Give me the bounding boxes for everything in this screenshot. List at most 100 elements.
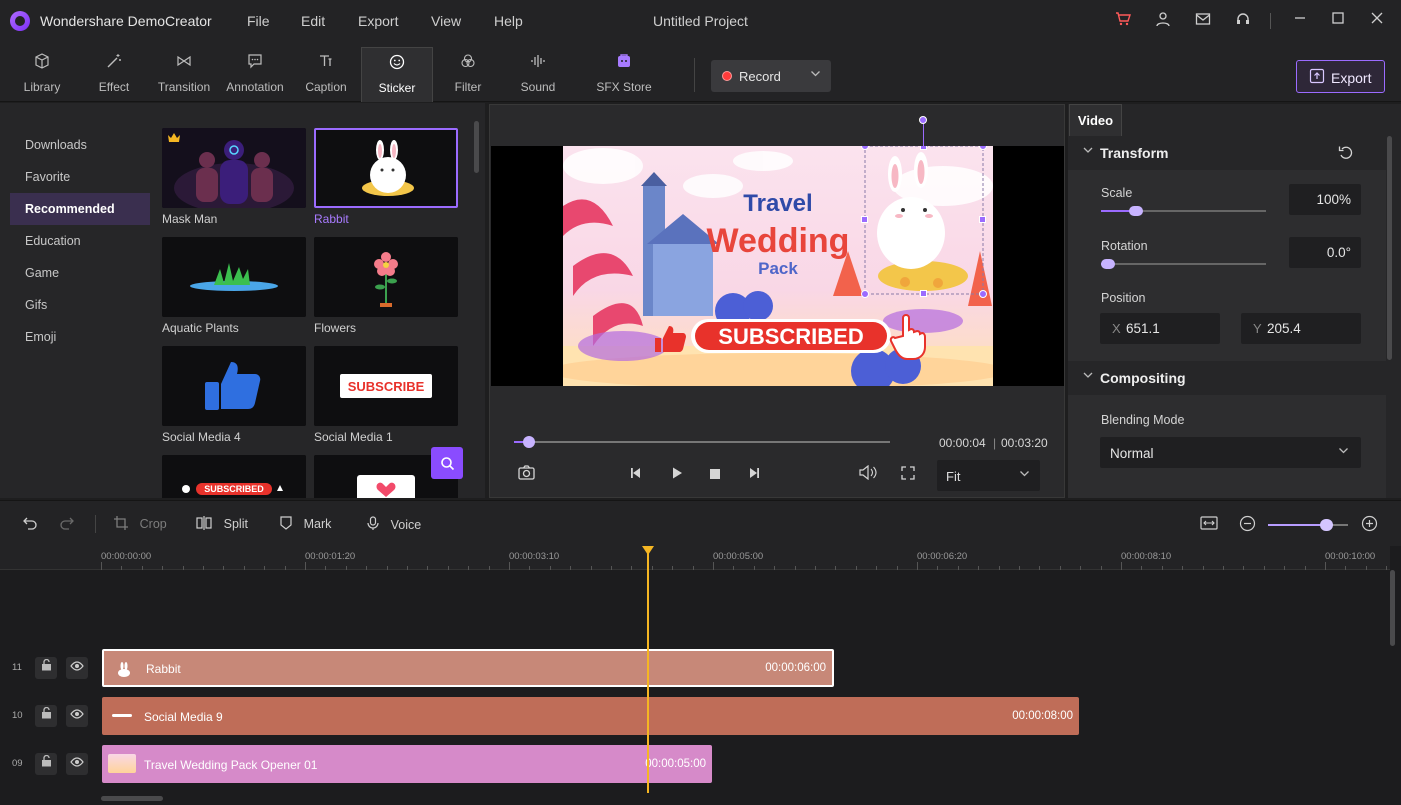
- sidebar-item-emoji[interactable]: Emoji: [10, 321, 150, 353]
- sticker-flowers[interactable]: [314, 237, 458, 317]
- seek-bar[interactable]: [514, 436, 890, 448]
- sidebar-item-downloads[interactable]: Downloads: [10, 129, 150, 161]
- undo-button[interactable]: [22, 515, 38, 534]
- properties-scrollbar[interactable]: [1387, 136, 1392, 360]
- sticker-scrollbar[interactable]: [474, 121, 479, 173]
- eye-icon[interactable]: [66, 753, 88, 775]
- tab-filter[interactable]: Filter: [436, 47, 500, 102]
- mail-icon[interactable]: [1193, 11, 1213, 31]
- sidebar-item-gifs[interactable]: Gifs: [10, 289, 150, 321]
- compositing-section-header[interactable]: Compositing: [1068, 361, 1386, 395]
- resize-handle-left[interactable]: [861, 216, 868, 223]
- tab-effect[interactable]: Effect: [82, 47, 146, 102]
- resize-handle-right[interactable]: [979, 216, 986, 223]
- tab-library[interactable]: Library: [10, 47, 74, 102]
- user-icon[interactable]: [1153, 11, 1173, 31]
- timeline-zoom-knob[interactable]: [1319, 519, 1333, 531]
- tab-annotation[interactable]: Annotation: [222, 47, 288, 102]
- volume-button[interactable]: [857, 464, 879, 487]
- tab-sfx-store[interactable]: SFX Store: [590, 47, 658, 102]
- position-y-input[interactable]: Y 205.4: [1241, 313, 1361, 344]
- cart-icon[interactable]: [1113, 11, 1133, 31]
- mark-button[interactable]: Mark: [280, 516, 331, 531]
- tab-sound[interactable]: Sound: [506, 47, 570, 102]
- lock-icon[interactable]: [35, 753, 57, 775]
- chevron-down-icon: [1019, 468, 1030, 482]
- chevron-down-icon[interactable]: [810, 68, 821, 82]
- seek-bar-knob[interactable]: [523, 436, 535, 448]
- record-button[interactable]: Record: [711, 60, 831, 92]
- preview-canvas[interactable]: Travel Wedding Pack SUBSCRIBED: [491, 146, 1064, 386]
- sticker-subscribed[interactable]: SUBSCRIBED: [162, 455, 306, 498]
- zoom-in-button[interactable]: [1361, 515, 1378, 535]
- zoom-fit-select[interactable]: Fit: [937, 460, 1040, 491]
- lock-icon[interactable]: [35, 705, 57, 727]
- sidebar-item-education[interactable]: Education: [10, 225, 150, 257]
- sticker-aquatic-plants[interactable]: [162, 237, 306, 317]
- menu-export[interactable]: Export: [358, 13, 398, 29]
- clip-social-media-9[interactable]: Social Media 9 00:00:08:00: [102, 697, 1079, 735]
- speech-bubble-icon: [222, 53, 288, 77]
- next-frame-button[interactable]: [743, 465, 765, 487]
- sidebar-item-game[interactable]: Game: [10, 257, 150, 289]
- headset-icon[interactable]: [1233, 11, 1253, 31]
- timeline-horizontal-scrollbar[interactable]: [101, 796, 163, 801]
- eye-icon[interactable]: [66, 705, 88, 727]
- blending-mode-select[interactable]: Normal: [1100, 437, 1361, 468]
- export-button[interactable]: Export: [1296, 60, 1385, 93]
- eye-icon[interactable]: [66, 657, 88, 679]
- sticker-social-media-4[interactable]: [162, 346, 306, 426]
- scale-slider-knob[interactable]: [1129, 206, 1143, 216]
- resize-handle-br[interactable]: [979, 290, 987, 298]
- rotation-input[interactable]: 0.0°: [1289, 237, 1361, 268]
- menu-edit[interactable]: Edit: [301, 13, 325, 29]
- fit-timeline-button[interactable]: [1200, 515, 1218, 534]
- menu-file[interactable]: File: [247, 13, 270, 29]
- time-ruler[interactable]: 00:00:00:00 00:00:01:20 00:00:03:10 00:0…: [0, 546, 1390, 570]
- reset-icon[interactable]: [1338, 145, 1354, 164]
- resize-handle-bottom[interactable]: [920, 290, 927, 297]
- snapshot-button[interactable]: [515, 465, 537, 487]
- rotation-slider[interactable]: [1101, 259, 1266, 269]
- minimize-icon[interactable]: [1290, 11, 1310, 31]
- timeline-zoom-slider[interactable]: [1268, 519, 1348, 531]
- clip-rabbit[interactable]: Rabbit 00:00:06:00: [102, 649, 834, 687]
- tab-transition[interactable]: Transition: [150, 47, 218, 102]
- tab-caption[interactable]: Caption: [294, 47, 358, 102]
- crop-button[interactable]: Crop: [114, 516, 167, 531]
- speaker-icon: [859, 464, 877, 484]
- play-button[interactable]: [666, 465, 688, 487]
- search-button[interactable]: [431, 447, 463, 479]
- scale-slider[interactable]: [1101, 206, 1266, 216]
- zoom-out-button[interactable]: [1239, 515, 1256, 535]
- resize-handle-top[interactable]: [920, 146, 927, 150]
- timeline[interactable]: 00:00:00:00 00:00:01:20 00:00:03:10 00:0…: [0, 546, 1401, 805]
- rotation-slider-knob[interactable]: [1101, 259, 1115, 269]
- sidebar-item-favorite[interactable]: Favorite: [10, 161, 150, 193]
- menu-view[interactable]: View: [431, 13, 461, 29]
- sticker-mask-man[interactable]: [162, 128, 306, 208]
- sticker-social-media-1[interactable]: SUBSCRIBE: [314, 346, 458, 426]
- menu-help[interactable]: Help: [494, 13, 523, 29]
- stop-button[interactable]: [704, 465, 726, 487]
- close-icon[interactable]: [1367, 11, 1387, 31]
- tab-sticker[interactable]: Sticker: [361, 47, 433, 102]
- redo-button[interactable]: [59, 515, 75, 534]
- sticker-rabbit[interactable]: [314, 128, 458, 208]
- transform-section-header[interactable]: Transform: [1068, 136, 1386, 170]
- clip-travel-wedding-pack[interactable]: Travel Wedding Pack Opener 01 00:00:05:0…: [102, 745, 712, 783]
- rotate-handle[interactable]: [919, 116, 927, 124]
- voice-button[interactable]: Voice: [367, 516, 421, 532]
- sidebar-item-recommended[interactable]: Recommended: [10, 193, 150, 225]
- tab-video[interactable]: Video: [1069, 104, 1122, 136]
- fullscreen-button[interactable]: [897, 465, 919, 487]
- lock-icon[interactable]: [35, 657, 57, 679]
- previous-frame-button[interactable]: [625, 465, 647, 487]
- scale-input[interactable]: 100%: [1289, 184, 1361, 215]
- position-x-input[interactable]: X 651.1: [1100, 313, 1220, 344]
- maximize-icon[interactable]: [1328, 11, 1348, 31]
- playhead[interactable]: [647, 546, 649, 793]
- timeline-vertical-scrollbar[interactable]: [1390, 570, 1395, 646]
- resize-handle-bl[interactable]: [861, 290, 869, 298]
- split-button[interactable]: Split: [196, 516, 248, 531]
